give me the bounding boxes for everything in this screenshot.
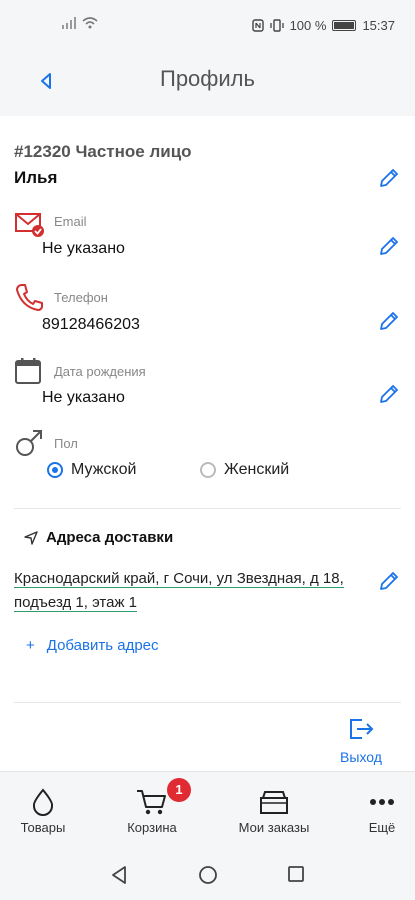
logout-icon — [350, 719, 374, 739]
more-icon — [370, 799, 394, 805]
location-arrow-icon — [24, 530, 38, 545]
calendar-icon — [15, 358, 41, 384]
birthdate-value: Не указано — [42, 389, 125, 406]
add-address-button[interactable]: + Добавить адрес — [26, 637, 159, 654]
tab-more[interactable]: Ещё — [357, 784, 407, 835]
battery-icon — [332, 20, 357, 31]
add-address-label: Добавить адрес — [46, 637, 159, 654]
male-icon — [16, 430, 42, 456]
phone-icon — [16, 284, 43, 311]
cart-icon — [137, 790, 166, 815]
tab-more-label: Ещё — [368, 820, 396, 835]
box-icon — [260, 791, 288, 814]
edit-birthdate-button[interactable] — [377, 382, 401, 406]
app-header: Профиль — [0, 48, 415, 116]
status-bar: 100 % 15:37 — [0, 0, 415, 48]
radio-male[interactable] — [47, 462, 63, 478]
tab-cart[interactable]: 1 Корзина — [117, 778, 191, 835]
gender-label: Пол — [54, 436, 78, 451]
edit-phone-button[interactable] — [377, 309, 401, 333]
tab-products-label: Товары — [20, 820, 66, 835]
battery-percent: 100 % — [289, 18, 327, 33]
system-nav-bar — [0, 847, 415, 900]
email-label: Email — [54, 214, 87, 229]
gender-female-label: Женский — [224, 461, 290, 478]
customer-name: Илья — [14, 168, 58, 187]
tab-orders-label: Мои заказы — [238, 820, 310, 835]
divider — [14, 702, 401, 703]
edit-email-button[interactable] — [377, 234, 401, 258]
nav-back-icon[interactable] — [110, 865, 128, 885]
vibrate-icon — [269, 19, 284, 32]
clock: 15:37 — [362, 18, 395, 33]
signal-icon — [62, 17, 76, 29]
radio-female[interactable] — [200, 462, 216, 478]
logout-label: Выход — [340, 749, 382, 765]
email-icon — [15, 213, 44, 237]
phone-value: 89128466203 — [42, 316, 140, 333]
delivery-section-title: Адреса доставки — [24, 529, 173, 546]
bottom-tab-bar: Товары 1 Корзина Мои заказы Ещё — [0, 771, 415, 847]
cart-badge: 1 — [167, 778, 191, 802]
customer-id: #12320 Частное лицо — [14, 142, 192, 161]
gender-option-female[interactable]: Женский — [200, 461, 289, 479]
delivery-title: Адреса доставки — [46, 529, 174, 546]
tab-cart-label: Корзина — [127, 820, 177, 835]
edit-address-button[interactable] — [377, 569, 401, 593]
phone-label: Телефон — [54, 290, 108, 305]
drop-icon — [32, 788, 54, 816]
email-value: Не указано — [42, 240, 125, 257]
plus-icon: + — [26, 637, 35, 654]
wifi-icon — [82, 17, 98, 29]
address-text: Краснодарский край, г Сочи, ул Звездная,… — [14, 570, 344, 612]
page-title: Профиль — [160, 66, 255, 91]
gender-male-label: Мужской — [71, 461, 137, 478]
nfc-icon — [251, 19, 264, 32]
signal-wifi-icons — [62, 17, 98, 29]
address-item[interactable]: Краснодарский край, г Сочи, ул Звездная,… — [14, 567, 364, 615]
nav-recents-icon[interactable] — [287, 865, 305, 883]
birthdate-label: Дата рождения — [54, 364, 146, 379]
logout-button[interactable]: Выход — [331, 718, 391, 765]
tab-orders[interactable]: Мои заказы — [230, 784, 318, 835]
gender-option-male[interactable]: Мужской — [47, 461, 136, 479]
divider — [14, 508, 401, 509]
edit-name-button[interactable] — [377, 166, 401, 190]
tab-products[interactable]: Товары — [8, 784, 78, 835]
nav-home-icon[interactable] — [198, 865, 218, 885]
